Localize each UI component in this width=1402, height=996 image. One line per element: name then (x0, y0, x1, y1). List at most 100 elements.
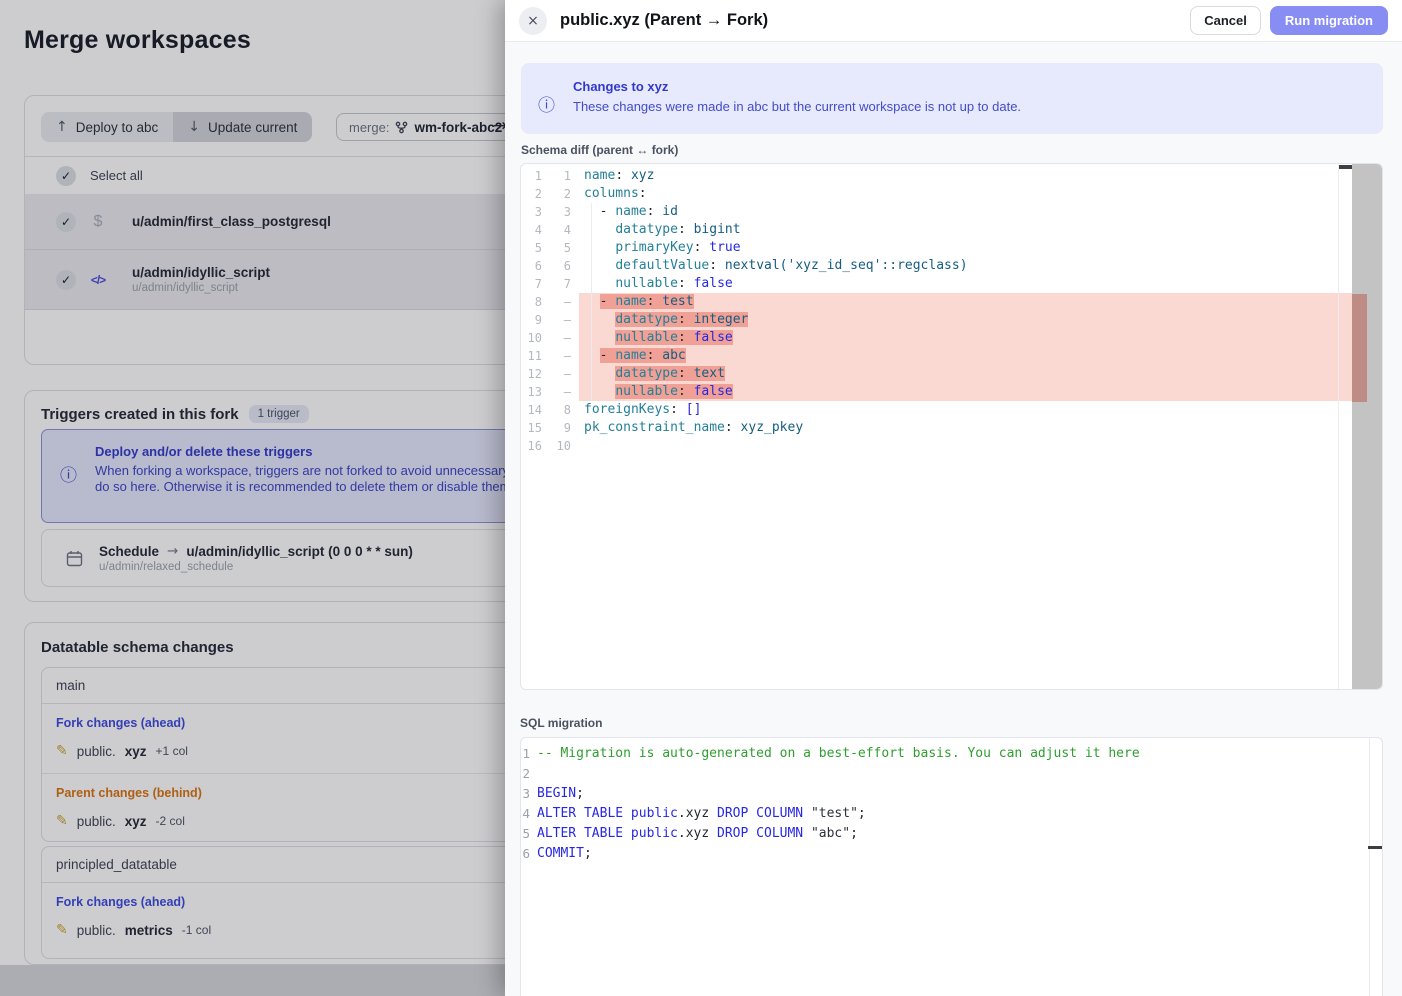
schema-diff-editor[interactable]: 11name: xyz22columns:33 - name: id44 dat… (520, 163, 1383, 690)
code-token: test (662, 294, 693, 309)
diff-code-line[interactable]: 12– datatype: text (521, 365, 1382, 383)
code-token: : (647, 294, 663, 309)
sql-code-line[interactable]: 3BEGIN; (521, 784, 1382, 804)
code-token: DROP COLUMN (717, 806, 811, 821)
sql-code-line[interactable]: 6COMMIT; (521, 844, 1382, 864)
old-line-number: 14 (521, 401, 550, 419)
code-token (584, 330, 615, 345)
code-text: ALTER TABLE public.xyz DROP COLUMN "test… (537, 804, 1368, 824)
old-line-number: 8 (521, 293, 550, 311)
editor-divider (1338, 164, 1339, 689)
code-token (584, 240, 615, 255)
modal-backdrop[interactable] (0, 0, 505, 996)
code-token: -- Migration is auto-generated on a best… (537, 746, 1140, 761)
code-token: "abc" (811, 826, 850, 841)
cancel-button[interactable]: Cancel (1190, 6, 1261, 35)
close-button[interactable]: × (519, 7, 547, 35)
new-line-number: – (550, 365, 579, 383)
code-token: - (600, 204, 616, 219)
schema-diff-label: Schema diff (parent ↔ fork) (521, 143, 678, 157)
diff-code-line[interactable]: 11– - name: abc (521, 347, 1382, 365)
code-token: . (678, 826, 686, 841)
diff-code-line[interactable]: 22columns: (521, 185, 1382, 203)
code-token: : (647, 348, 663, 363)
code-text: - name: test (579, 293, 1352, 311)
code-token (584, 366, 615, 381)
diff-code-line[interactable]: 148foreignKeys: [] (521, 401, 1382, 419)
code-token: false (694, 330, 733, 345)
code-text: columns: (579, 185, 1352, 203)
code-token: defaultValue (615, 258, 709, 273)
diff-code-line[interactable]: 159pk_constraint_name: xyz_pkey (521, 419, 1382, 437)
code-token: ; (858, 806, 866, 821)
code-token: true (709, 240, 740, 255)
code-text: nullable: false (579, 383, 1352, 401)
code-token: ALTER TABLE (537, 826, 631, 841)
diff-code-line[interactable]: 33 - name: id (521, 203, 1382, 221)
diff-code-line[interactable]: 13– nullable: false (521, 383, 1382, 401)
diff-code-line[interactable]: 66 defaultValue: nextval('xyz_id_seq'::r… (521, 257, 1382, 275)
diff-overview-ruler[interactable] (1352, 164, 1382, 689)
code-token: "test" (811, 806, 858, 821)
code-token: : (639, 186, 647, 201)
code-token: : (678, 366, 694, 381)
line-number: 2 (521, 764, 537, 784)
old-line-number: 9 (521, 311, 550, 329)
code-token: : (670, 402, 686, 417)
sql-migration-editor[interactable]: 1-- Migration is auto-generated on a bes… (520, 737, 1383, 996)
code-token: - (600, 348, 616, 363)
code-token: datatype (615, 222, 678, 237)
line-number: 3 (521, 784, 537, 804)
code-token: false (694, 384, 733, 399)
code-token: ALTER TABLE (537, 806, 631, 821)
diff-code-line[interactable]: 1610 (521, 437, 1382, 455)
old-line-number: 16 (521, 437, 550, 455)
diff-code-line[interactable]: 11name: xyz (521, 167, 1382, 185)
code-token: : (678, 312, 694, 327)
code-token: integer (694, 312, 749, 327)
code-text: -- Migration is auto-generated on a best… (537, 744, 1368, 764)
diff-code-area[interactable]: 11name: xyz22columns:33 - name: id44 dat… (521, 164, 1382, 689)
sql-code-area[interactable]: 1-- Migration is auto-generated on a bes… (521, 738, 1382, 996)
diff-code-line[interactable]: 44 datatype: bigint (521, 221, 1382, 239)
diff-code-line[interactable]: 8– - name: test (521, 293, 1382, 311)
code-token: DROP COLUMN (717, 826, 811, 841)
code-token: datatype (615, 366, 678, 381)
code-token: : (647, 204, 663, 219)
diff-code-line[interactable]: 9– datatype: integer (521, 311, 1382, 329)
diff-code-line[interactable]: 55 primaryKey: true (521, 239, 1382, 257)
sql-migration-label: SQL migration (520, 716, 602, 730)
old-line-number: 11 (521, 347, 550, 365)
code-text: name: xyz (579, 167, 1352, 185)
code-token: . (678, 806, 686, 821)
new-line-number: 10 (550, 437, 579, 455)
code-text: COMMIT; (537, 844, 1368, 864)
code-text: BEGIN; (537, 784, 1368, 804)
diff-code-line[interactable]: 77 nullable: false (521, 275, 1382, 293)
sql-code-line[interactable]: 4ALTER TABLE public.xyz DROP COLUMN "tes… (521, 804, 1382, 824)
code-text: datatype: integer (579, 311, 1352, 329)
line-number: 1 (521, 744, 537, 764)
code-token: nullable (615, 330, 678, 345)
run-migration-button[interactable]: Run migration (1270, 6, 1388, 35)
code-token: name (615, 204, 646, 219)
code-token (584, 312, 615, 327)
code-token: xyz_pkey (741, 420, 804, 435)
sql-code-line[interactable]: 5ALTER TABLE public.xyz DROP COLUMN "abc… (521, 824, 1382, 844)
new-line-number: 7 (550, 275, 579, 293)
new-line-number: – (550, 311, 579, 329)
code-text: foreignKeys: [] (579, 401, 1352, 419)
new-line-number: – (550, 329, 579, 347)
sql-code-line[interactable]: 1-- Migration is auto-generated on a bes… (521, 744, 1382, 764)
new-line-number: 9 (550, 419, 579, 437)
migration-modal: × public.xyz (Parent → Fork) Cancel Run … (505, 0, 1402, 996)
diff-code-line[interactable]: 10– nullable: false (521, 329, 1382, 347)
scrollbar-thumb[interactable] (1339, 165, 1353, 169)
line-number: 6 (521, 844, 537, 864)
sql-code-line[interactable]: 2 (521, 764, 1382, 784)
code-text: ALTER TABLE public.xyz DROP COLUMN "abc"… (537, 824, 1368, 844)
code-token: ; (576, 786, 584, 801)
old-line-number: 4 (521, 221, 550, 239)
code-token: public (631, 826, 678, 841)
new-line-number: 4 (550, 221, 579, 239)
